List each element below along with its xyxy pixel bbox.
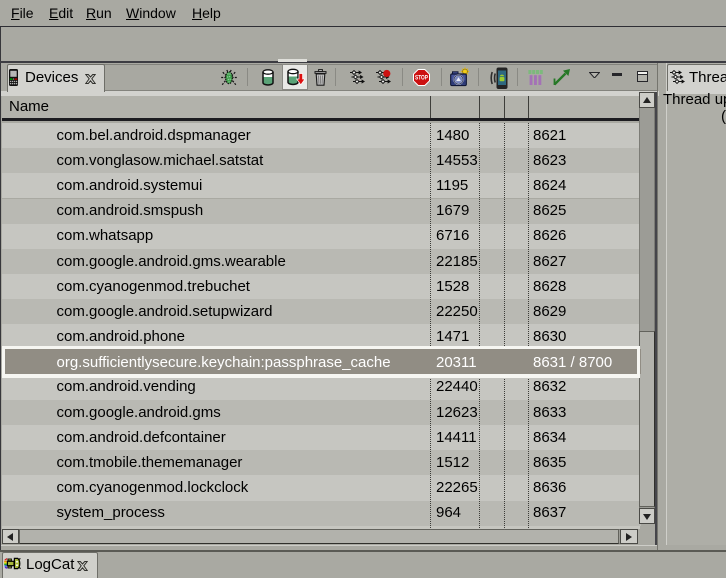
svg-text:STOP: STOP xyxy=(415,76,428,82)
